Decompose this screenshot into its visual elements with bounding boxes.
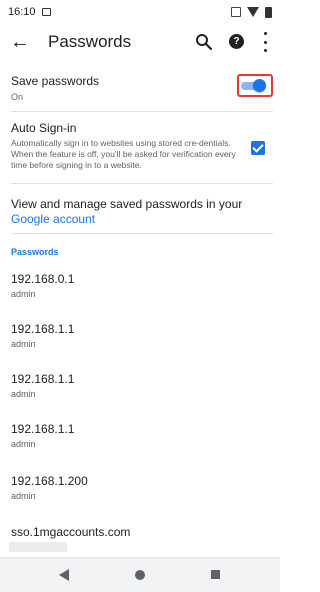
save-passwords-toggle[interactable] <box>241 79 268 92</box>
password-username: admin <box>11 491 36 501</box>
password-username: admin <box>11 439 36 449</box>
password-site: sso.1mgaccounts.com <box>11 525 131 539</box>
more-options-icon[interactable] <box>260 32 270 52</box>
battery-icon <box>265 6 272 18</box>
status-time: 16:10 <box>8 6 36 18</box>
manage-text: View and manage saved passwords in your <box>11 197 243 211</box>
back-arrow-icon[interactable]: ← <box>8 30 32 54</box>
password-site: 192.168.1.200 <box>11 474 88 488</box>
status-left: 16:10 <box>8 6 51 18</box>
search-icon[interactable] <box>194 32 214 52</box>
password-site: 192.168.0.1 <box>11 272 75 286</box>
save-passwords-state: On <box>11 92 24 102</box>
system-nav-bar <box>0 557 280 592</box>
auto-signin-title: Auto Sign-in <box>11 121 77 135</box>
passwords-section-header: Passwords <box>11 247 59 257</box>
password-item[interactable]: 192.168.1.200 admin <box>0 474 280 518</box>
password-username: admin <box>11 339 36 349</box>
manage-passwords-text: View and manage saved passwords in your … <box>11 197 269 227</box>
password-item[interactable]: 192.168.1.1 admin <box>0 322 280 366</box>
password-site: 192.168.1.1 <box>11 372 75 386</box>
partial-row <box>9 542 67 552</box>
vibrate-icon <box>231 7 241 17</box>
password-username: admin <box>11 389 36 399</box>
nav-recents-icon[interactable] <box>211 570 220 579</box>
auto-signin-description: Automatically sign in to websites using … <box>11 138 236 170</box>
status-right <box>231 6 272 18</box>
notification-icon <box>41 8 51 16</box>
page-title: Passwords <box>48 32 132 51</box>
auto-signin-row[interactable]: Auto Sign-in Automatically sign in to we… <box>0 121 280 181</box>
divider <box>11 233 273 234</box>
help-icon[interactable]: ? <box>229 34 244 49</box>
divider <box>11 183 273 184</box>
toggle-knob <box>253 79 266 92</box>
app-bar: ← Passwords ? <box>0 24 280 64</box>
google-account-link[interactable]: Google account <box>11 212 95 226</box>
password-item[interactable]: 192.168.1.1 admin <box>0 422 280 466</box>
password-item[interactable]: 192.168.0.1 admin <box>0 272 280 316</box>
nav-home-icon[interactable] <box>135 570 145 580</box>
password-site: 192.168.1.1 <box>11 422 75 436</box>
divider <box>11 111 273 112</box>
status-bar: 16:10 <box>0 0 280 24</box>
wifi-icon <box>247 7 259 17</box>
nav-back-icon[interactable] <box>59 569 69 581</box>
password-username: admin <box>11 289 36 299</box>
auto-signin-checkbox[interactable] <box>251 141 265 155</box>
password-item[interactable]: 192.168.1.1 admin <box>0 372 280 416</box>
save-passwords-title: Save passwords <box>11 74 100 88</box>
password-site: 192.168.1.1 <box>11 322 75 336</box>
